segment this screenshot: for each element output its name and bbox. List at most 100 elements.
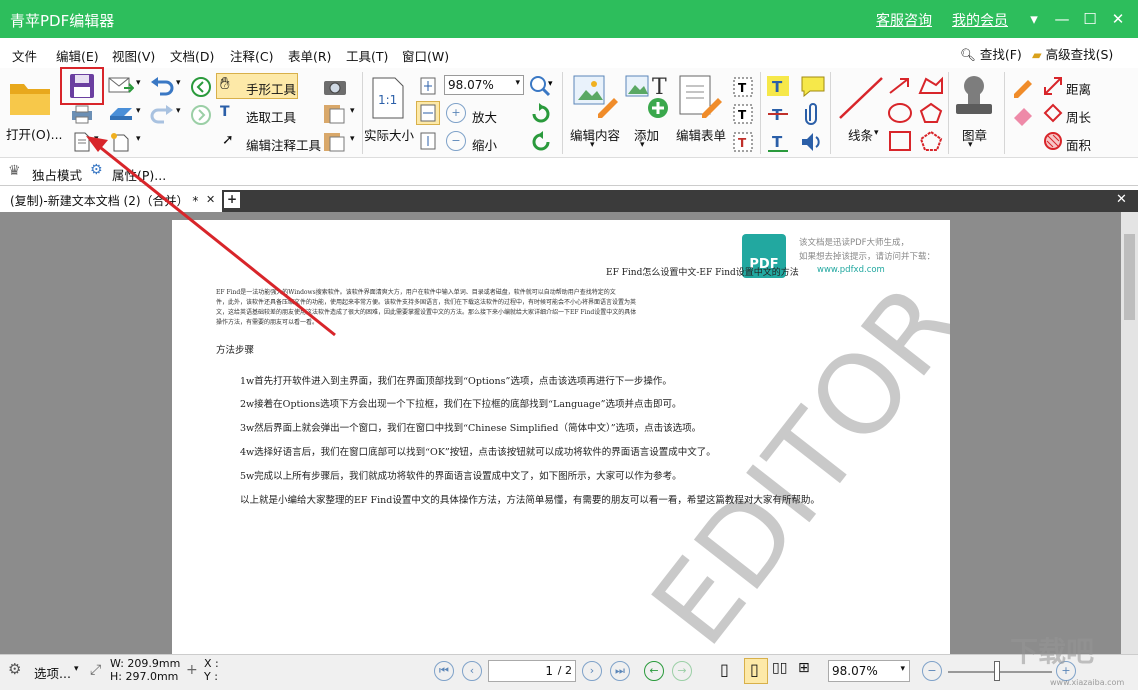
back-icon[interactable]: [190, 76, 212, 98]
chevron-down-icon[interactable]: ▾: [74, 664, 79, 674]
zoom-slider-thumb[interactable]: [994, 661, 1000, 681]
pentagon-icon[interactable]: [918, 102, 944, 124]
menu-form[interactable]: 表单(R): [288, 46, 331, 65]
perimeter-label[interactable]: 周长: [1066, 107, 1091, 126]
add-icon[interactable]: T: [624, 74, 670, 120]
strikeout-icon[interactable]: T: [766, 103, 790, 125]
undo-icon[interactable]: [150, 76, 174, 96]
back-view-icon[interactable]: ←: [644, 661, 664, 681]
zoom-slider[interactable]: [948, 671, 1052, 673]
magnifier-icon[interactable]: ▾: [528, 74, 558, 98]
area-icon[interactable]: [1042, 130, 1064, 152]
scrollbar-thumb[interactable]: [1124, 234, 1135, 320]
new-file-icon[interactable]: [108, 132, 134, 152]
chevron-down-icon[interactable]: ▾: [350, 106, 355, 116]
chevron-down-icon[interactable]: ▾: [640, 140, 645, 150]
folder-open-icon[interactable]: [8, 76, 54, 118]
stamp-label[interactable]: 图章: [962, 125, 987, 144]
two-page-continuous-icon[interactable]: ⊞: [798, 660, 810, 676]
last-page-icon[interactable]: ⏭︎: [610, 661, 630, 681]
text-box-icon[interactable]: T: [732, 103, 754, 125]
line-label[interactable]: 线条: [848, 125, 873, 144]
paste-icon[interactable]: [322, 102, 348, 124]
rectangle-icon[interactable]: [886, 130, 914, 152]
find-button[interactable]: 🔍︎ 查找(F): [960, 44, 1022, 66]
advanced-find-button[interactable]: ▰ 高级查找(S): [1032, 44, 1113, 66]
single-page-icon[interactable]: ▯: [720, 660, 729, 679]
chevron-down-icon[interactable]: ▾: [590, 140, 595, 150]
close-button[interactable]: ✕: [1106, 8, 1130, 30]
menu-edit[interactable]: 编辑(E): [56, 46, 99, 65]
hand-tool-label[interactable]: 手形工具: [246, 79, 296, 98]
vertical-scrollbar[interactable]: [1121, 212, 1138, 654]
scan-icon[interactable]: [108, 104, 134, 122]
menu-view[interactable]: 视图(V): [112, 46, 155, 65]
pencil-icon[interactable]: [1010, 74, 1036, 98]
zoom-in-label[interactable]: 放大: [472, 107, 497, 126]
edit-annotation-label[interactable]: 编辑注释工具: [246, 135, 321, 154]
highlight-text-icon[interactable]: T: [766, 75, 790, 97]
menu-window[interactable]: 窗口(W): [402, 46, 449, 65]
options-button[interactable]: 选项...: [34, 663, 71, 682]
rotate-cw-icon[interactable]: [530, 103, 552, 125]
minimize-button[interactable]: —: [1050, 8, 1074, 30]
new-document-icon[interactable]: [72, 132, 92, 152]
forward-icon[interactable]: [190, 104, 212, 126]
callout-icon[interactable]: T: [732, 131, 754, 153]
maximize-button[interactable]: ☐: [1078, 8, 1102, 30]
gear-icon[interactable]: ⚙︎: [8, 660, 21, 678]
dropdown-icon[interactable]: ▾: [1022, 8, 1046, 30]
save-icon[interactable]: [69, 73, 95, 99]
menu-file[interactable]: 文件: [12, 46, 37, 65]
open-label[interactable]: 打开(O)...: [6, 124, 63, 143]
email-icon[interactable]: [108, 76, 134, 94]
chevron-down-icon[interactable]: ▾: [176, 78, 181, 88]
distance-icon[interactable]: [1042, 75, 1064, 97]
member-link[interactable]: 我的会员: [952, 10, 1008, 30]
edit-content-label[interactable]: 编辑内容: [570, 125, 620, 144]
redo-icon[interactable]: [150, 104, 174, 124]
close-document-icon[interactable]: ✕: [1116, 192, 1127, 207]
properties-button[interactable]: 属性(P)...: [112, 165, 166, 184]
page-number-input[interactable]: 1 / 2: [488, 660, 576, 682]
menu-tools[interactable]: 工具(T): [346, 46, 388, 65]
watermark-url[interactable]: www.pdfxd.com: [817, 265, 885, 275]
actual-size-icon[interactable]: 1:1: [370, 76, 406, 120]
chevron-down-icon[interactable]: ▾: [968, 140, 973, 150]
sound-icon[interactable]: [800, 131, 826, 153]
status-zoom-out-icon[interactable]: −: [922, 661, 942, 681]
prev-page-icon[interactable]: ‹: [462, 661, 482, 681]
zoom-out-label[interactable]: 缩小: [472, 135, 497, 154]
print-icon[interactable]: [70, 104, 94, 124]
status-zoom-select[interactable]: 98.07% ▾: [828, 660, 910, 682]
area-label[interactable]: 面积: [1066, 135, 1091, 154]
chevron-down-icon[interactable]: ▾: [136, 78, 141, 88]
chevron-down-icon[interactable]: ▾: [136, 106, 141, 116]
edit-form-icon[interactable]: [678, 74, 724, 120]
two-page-icon[interactable]: ▯▯: [772, 660, 787, 676]
line-icon[interactable]: [836, 74, 886, 122]
polyline-icon[interactable]: [918, 75, 944, 97]
attachment-icon[interactable]: [804, 101, 822, 125]
note-icon[interactable]: [800, 75, 826, 97]
underline-icon[interactable]: T: [766, 131, 790, 153]
arrow-shape-icon[interactable]: [886, 75, 914, 97]
add-label[interactable]: 添加: [634, 125, 659, 144]
stamp-icon[interactable]: [952, 74, 996, 120]
chevron-down-icon[interactable]: ▾: [874, 128, 879, 138]
chevron-down-icon[interactable]: ▾: [136, 134, 141, 144]
distance-label[interactable]: 距离: [1066, 79, 1091, 98]
zoom-out-icon[interactable]: −: [446, 131, 466, 151]
select-tool-label[interactable]: 选取工具: [246, 107, 296, 126]
copy-icon[interactable]: [322, 130, 348, 152]
zoom-select[interactable]: 98.07% ▾: [444, 75, 524, 95]
perimeter-icon[interactable]: [1042, 102, 1064, 124]
text-field-icon[interactable]: T: [732, 76, 754, 98]
first-page-icon[interactable]: ⏮︎: [434, 661, 454, 681]
new-tab-icon[interactable]: +: [224, 192, 240, 208]
chevron-down-icon[interactable]: ▾: [350, 134, 355, 144]
menu-document[interactable]: 文档(D): [170, 46, 214, 65]
chevron-down-icon[interactable]: ▾: [176, 106, 181, 116]
eraser-icon[interactable]: [1010, 102, 1036, 126]
zoom-in-icon[interactable]: +: [446, 103, 466, 123]
